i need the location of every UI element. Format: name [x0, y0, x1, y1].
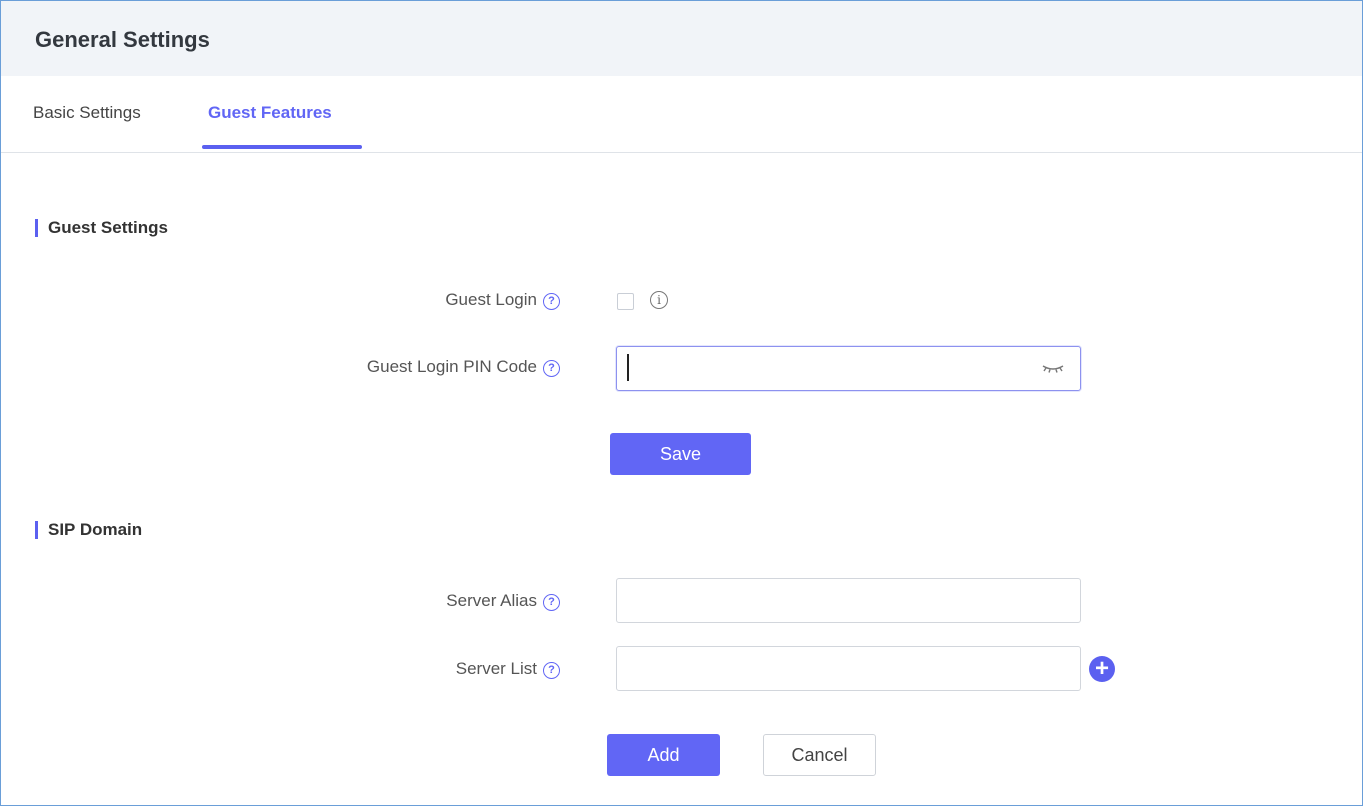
help-icon[interactable]: ? — [543, 293, 560, 310]
text-cursor — [627, 354, 629, 381]
section-guest-settings: Guest Settings — [35, 218, 168, 238]
pin-code-label: Guest Login PIN Code? — [367, 356, 560, 378]
pin-code-row: Guest Login PIN Code? — [0, 356, 560, 378]
cancel-button[interactable]: Cancel — [763, 734, 876, 776]
help-icon[interactable]: ? — [543, 360, 560, 377]
page-title: General Settings — [35, 27, 210, 52]
eye-closed-icon[interactable] — [1040, 360, 1066, 376]
guest-login-label-text: Guest Login — [445, 290, 537, 309]
help-icon[interactable]: ? — [543, 662, 560, 679]
page-header: General Settings — [1, 1, 1362, 76]
section-sip-domain: SIP Domain — [35, 520, 142, 540]
guest-login-label: Guest Login? — [445, 289, 560, 311]
tab-guest-features[interactable]: Guest Features — [208, 103, 332, 123]
pin-code-label-text: Guest Login PIN Code — [366, 357, 537, 376]
help-icon[interactable]: ? — [543, 594, 560, 611]
server-alias-label-text: Server Alias — [446, 591, 537, 610]
section-title-text: SIP Domain — [48, 520, 143, 539]
server-list-field[interactable] — [616, 646, 1081, 691]
server-alias-field[interactable] — [616, 578, 1081, 623]
guest-login-checkbox[interactable] — [617, 293, 634, 310]
server-list-label-text: Server List — [455, 659, 537, 678]
plus-circle-icon[interactable]: + — [1089, 656, 1115, 682]
pin-code-field[interactable] — [616, 346, 1081, 391]
info-icon[interactable]: i — [650, 291, 668, 309]
server-alias-row: Server Alias? — [0, 590, 560, 612]
tab-basic-settings[interactable]: Basic Settings — [33, 103, 141, 123]
guest-login-row: Guest Login? — [0, 289, 560, 311]
server-list-label: Server List? — [456, 658, 560, 680]
add-button[interactable]: Add — [607, 734, 720, 776]
pin-code-input[interactable] — [617, 347, 1080, 390]
server-list-input[interactable] — [617, 647, 1080, 690]
server-alias-input[interactable] — [617, 579, 1080, 622]
server-alias-label: Server Alias? — [446, 590, 560, 612]
active-tab-indicator — [202, 145, 362, 149]
save-button[interactable]: Save — [610, 433, 751, 475]
section-title-text: Guest Settings — [48, 218, 168, 237]
server-list-row: Server List? — [0, 658, 560, 680]
tab-bar: Basic Settings Guest Features — [1, 76, 1362, 153]
